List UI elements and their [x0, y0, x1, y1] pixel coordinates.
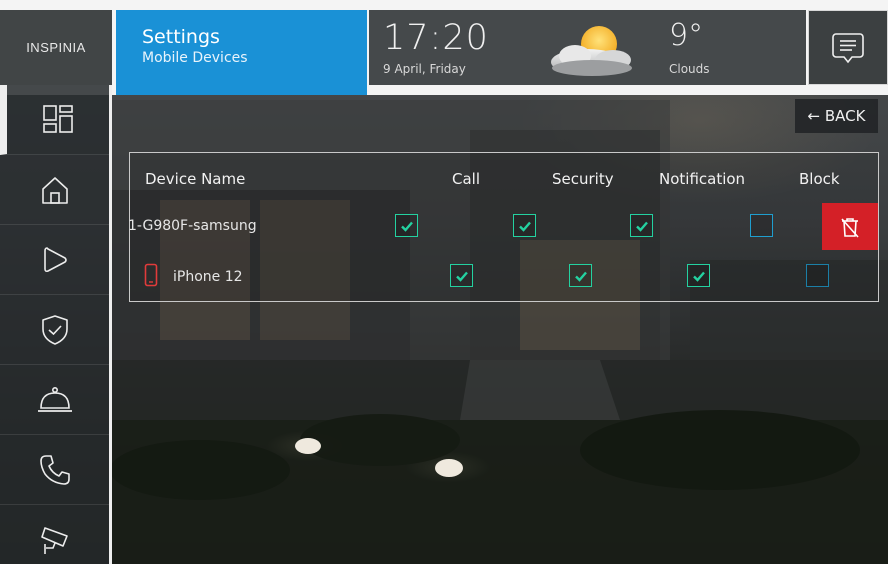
column-header-notification: Notification	[659, 170, 746, 188]
page-title-cell: Settings Mobile Devices	[116, 10, 367, 95]
notification-checkbox[interactable]	[687, 264, 710, 287]
message-icon	[832, 32, 864, 63]
security-camera-icon	[40, 526, 68, 554]
phone-icon	[39, 454, 70, 485]
sidebar-item-security[interactable]	[0, 295, 109, 365]
dashboard-grid-icon	[43, 104, 73, 133]
call-checkbox[interactable]	[450, 264, 473, 287]
sidebar-item-services[interactable]	[0, 365, 109, 435]
clock-time: 17:20	[383, 18, 489, 58]
logo-cell: INSPINIA	[0, 10, 112, 85]
service-bell-icon	[37, 386, 72, 412]
check-icon	[692, 271, 705, 282]
check-icon	[635, 221, 648, 232]
back-button-label: ← BACK	[807, 107, 866, 125]
call-checkbox[interactable]	[395, 214, 418, 237]
shield-check-icon	[41, 314, 68, 345]
delete-icon	[841, 217, 859, 238]
temperature: 9°	[669, 18, 704, 53]
home-icon	[41, 176, 68, 204]
block-checkbox[interactable]	[750, 214, 773, 237]
sidebar-item-dashboard[interactable]	[0, 85, 109, 155]
device-name: 1-G980F-samsung	[128, 218, 257, 234]
notification-checkbox[interactable]	[630, 214, 653, 237]
logo: INSPINIA	[26, 40, 86, 55]
back-button[interactable]: ← BACK	[795, 99, 878, 133]
sidebar-item-home[interactable]	[0, 155, 109, 225]
column-header-security: Security	[552, 170, 614, 188]
check-icon	[455, 271, 468, 282]
check-icon	[400, 221, 413, 232]
sidebar-item-play[interactable]	[0, 225, 109, 295]
security-checkbox[interactable]	[569, 264, 592, 287]
security-checkbox[interactable]	[513, 214, 536, 237]
top-bar: INSPINIA Settings Mobile Devices 17:20 9…	[0, 0, 888, 95]
sidebar	[0, 85, 112, 564]
block-checkbox[interactable]	[806, 264, 829, 287]
page-subtitle: Mobile Devices	[142, 50, 248, 66]
sidebar-item-camera[interactable]	[0, 505, 109, 564]
delete-device-button[interactable]	[822, 203, 878, 250]
clock-date: 9 April, Friday	[383, 62, 466, 76]
column-header-call: Call	[452, 170, 481, 188]
device-table: Device Name Call Security Notification B…	[128, 152, 879, 302]
mobile-phone-icon	[144, 263, 158, 287]
time-weather-panel: 17:20 9 April, Friday 9° Clouds	[369, 10, 806, 85]
check-icon	[574, 271, 587, 282]
messages-button[interactable]	[808, 10, 888, 85]
column-header-block: Block	[799, 170, 840, 188]
page-title: Settings	[142, 26, 220, 48]
device-name: iPhone 12	[173, 269, 243, 285]
sun-behind-cloud-icon	[551, 26, 632, 76]
sidebar-item-phone[interactable]	[0, 435, 109, 505]
column-header-device-name: Device Name	[145, 170, 246, 188]
play-icon	[43, 246, 67, 272]
weather-condition: Clouds	[669, 62, 710, 76]
check-icon	[518, 221, 531, 232]
